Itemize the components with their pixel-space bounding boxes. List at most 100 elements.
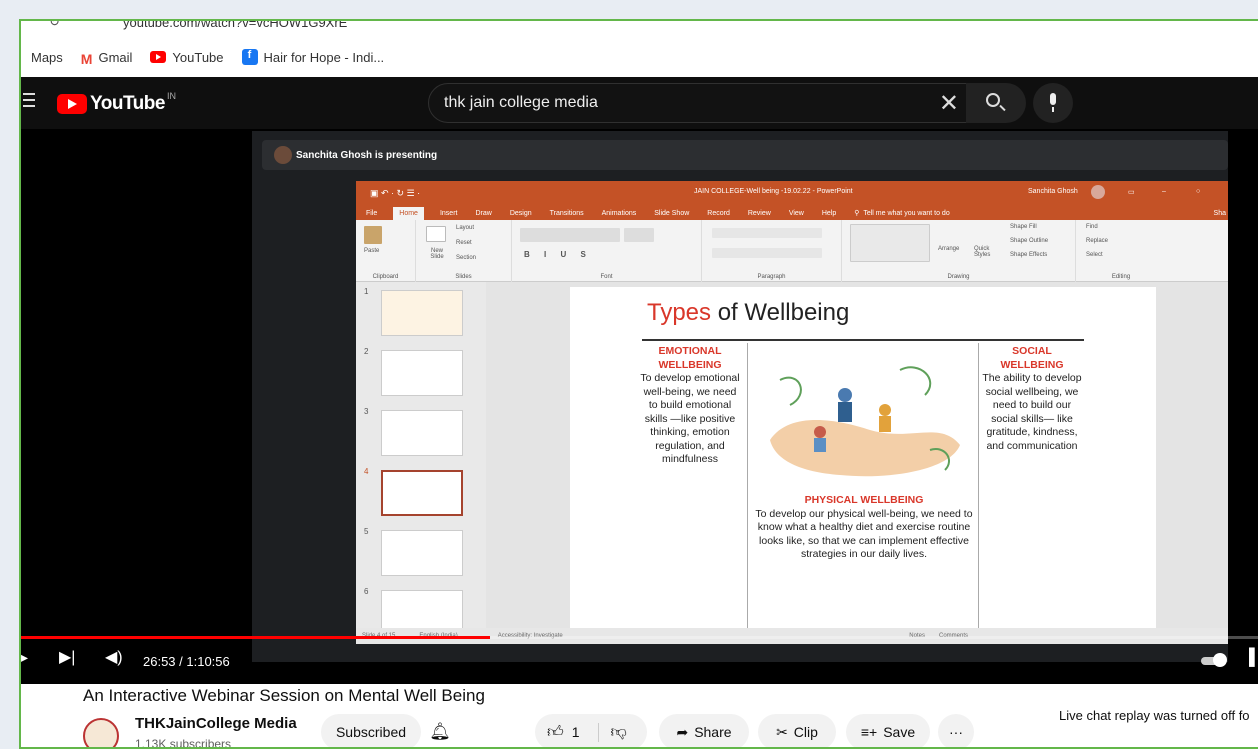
bookmark-label: YouTube bbox=[172, 49, 224, 65]
presenting-banner: Sanchita Ghosh is presenting bbox=[262, 140, 1228, 170]
bookmark-gmail[interactable]: M Gmail bbox=[80, 49, 133, 68]
list-buttons[interactable] bbox=[712, 228, 822, 238]
clipboard-group: Paste Clipboard bbox=[356, 220, 416, 282]
like-icon[interactable]: 👍︎ bbox=[547, 723, 564, 742]
physical-text: To develop our physical well-being, we n… bbox=[755, 507, 973, 561]
section-button[interactable]: Section bbox=[456, 255, 476, 261]
slide-thumbnails[interactable]: 1 2 3 4 5 6 bbox=[356, 282, 486, 636]
bookmark-hair-for-hope[interactable]: f Hair for Hope - Indi... bbox=[241, 49, 384, 65]
save-button[interactable]: ≡+ Save bbox=[846, 714, 930, 747]
column-divider bbox=[978, 343, 979, 628]
ribbon-display-icon[interactable]: ▭ bbox=[1128, 188, 1135, 196]
tab-review[interactable]: Review bbox=[746, 207, 773, 220]
tab-design[interactable]: Design bbox=[508, 207, 534, 220]
group-label: Editing bbox=[1111, 274, 1131, 280]
more-icon: ··· bbox=[949, 724, 963, 740]
url-text[interactable]: youtube.com/watch?v=vcHOW1G9XrE bbox=[123, 21, 347, 30]
share-button[interactable]: Sha bbox=[1212, 207, 1228, 220]
shape-effects-button[interactable]: Shape Effects bbox=[1010, 252, 1047, 258]
reset-button[interactable]: Reset bbox=[456, 240, 472, 246]
next-icon[interactable]: ▶| bbox=[59, 647, 75, 667]
slide-thumbnail-2[interactable] bbox=[381, 350, 463, 396]
reload-icon[interactable]: ↻ bbox=[49, 21, 60, 30]
drawing-group: Arrange Quick Styles Shape Fill Shape Ou… bbox=[842, 220, 1076, 282]
shapes-gallery[interactable] bbox=[850, 224, 930, 262]
shape-fill-button[interactable]: Shape Fill bbox=[1010, 224, 1037, 230]
subscriber-count: 1.13K subscribers bbox=[135, 737, 232, 749]
powerpoint-titlebar: ▣ ↶ · ↻ ☰ · JAIN COLLEGE-Well being -19.… bbox=[356, 181, 1228, 203]
video-player[interactable]: Sanchita Ghosh is presenting ▣ ↶ · ↻ ☰ ·… bbox=[21, 129, 1258, 684]
address-bar[interactable]: ↻ youtube.com/watch?v=vcHOW1G9XrE bbox=[21, 21, 1258, 35]
video-title: An Interactive Webinar Session on Mental… bbox=[83, 686, 485, 705]
youtube-logo[interactable]: YouTube IN bbox=[57, 91, 176, 115]
search-icon bbox=[986, 93, 1000, 107]
new-slide-button[interactable]: New Slide bbox=[424, 248, 450, 260]
captions-icon[interactable]: ▌ bbox=[1249, 649, 1258, 667]
more-actions-button[interactable]: ··· bbox=[938, 714, 974, 747]
tab-help[interactable]: Help bbox=[820, 207, 838, 220]
physical-wellbeing-column: PHYSICAL WELLBEING To develop our physic… bbox=[755, 494, 973, 562]
dislike-icon[interactable]: 👎︎ bbox=[597, 722, 627, 742]
bookmark-label: Gmail bbox=[98, 49, 133, 65]
share-button[interactable]: ➦ Share bbox=[659, 714, 749, 747]
menu-icon[interactable] bbox=[23, 93, 35, 95]
minimize-icon[interactable]: – bbox=[1162, 188, 1166, 195]
channel-name[interactable]: THKJainCollege Media bbox=[135, 715, 297, 732]
subscribed-button[interactable]: Subscribed bbox=[321, 714, 421, 747]
clear-search-icon[interactable]: ✕ bbox=[939, 89, 959, 118]
progress-bar[interactable] bbox=[21, 636, 1258, 639]
arrange-button[interactable]: Arrange bbox=[938, 246, 959, 252]
bookmark-label: Maps bbox=[31, 49, 63, 65]
slide-canvas[interactable]: Types of Wellbeing EMOTIONAL WELLBEING T… bbox=[570, 287, 1156, 628]
channel-avatar[interactable] bbox=[83, 718, 119, 747]
layout-button[interactable]: Layout bbox=[456, 225, 474, 231]
tab-record[interactable]: Record bbox=[705, 207, 732, 220]
meeting-screen-share: Sanchita Ghosh is presenting ▣ ↶ · ↻ ☰ ·… bbox=[252, 131, 1228, 662]
restore-icon[interactable]: ○ bbox=[1196, 188, 1200, 195]
paste-button[interactable]: Paste bbox=[364, 248, 379, 254]
tab-transitions[interactable]: Transitions bbox=[548, 207, 586, 220]
subscribed-label: Subscribed bbox=[335, 724, 407, 740]
search-button[interactable] bbox=[966, 83, 1026, 123]
font-size-box[interactable] bbox=[624, 228, 654, 242]
tab-animations[interactable]: Animations bbox=[600, 207, 639, 220]
slide-number: 3 bbox=[364, 407, 369, 416]
bookmark-youtube[interactable]: YouTube bbox=[150, 49, 224, 65]
font-format-icons[interactable]: B I U S bbox=[524, 250, 592, 259]
select-button[interactable]: Select bbox=[1086, 252, 1103, 258]
slide-thumbnail-3[interactable] bbox=[381, 410, 463, 456]
slide-thumbnail-5[interactable] bbox=[381, 530, 463, 576]
voice-search-icon[interactable] bbox=[1033, 83, 1073, 123]
tab-slide-show[interactable]: Slide Show bbox=[652, 207, 691, 220]
tell-me-box[interactable]: ⚲ Tell me what you want to do bbox=[852, 206, 967, 220]
tell-me-text: Tell me what you want to do bbox=[863, 210, 950, 217]
slide-thumbnail-4[interactable] bbox=[381, 470, 463, 516]
youtube-icon bbox=[150, 51, 167, 63]
bookmark-maps[interactable]: Maps bbox=[31, 50, 63, 65]
align-buttons[interactable] bbox=[712, 248, 822, 258]
like-count: 1 bbox=[571, 724, 580, 740]
slide-number: 4 bbox=[364, 467, 369, 476]
shape-outline-button[interactable]: Shape Outline bbox=[1010, 238, 1048, 244]
tab-insert[interactable]: Insert bbox=[438, 207, 460, 220]
search-input[interactable]: thk jain college media ✕ bbox=[428, 83, 968, 123]
tab-home[interactable]: Home bbox=[393, 207, 424, 220]
browser-window: ↻ youtube.com/watch?v=vcHOW1G9XrE Maps M… bbox=[19, 19, 1258, 749]
slide-thumbnail-1[interactable] bbox=[381, 290, 463, 336]
find-button[interactable]: Find bbox=[1086, 224, 1098, 230]
group-label: Slides bbox=[455, 274, 472, 280]
bell-icon[interactable]: 🔔︎ bbox=[427, 714, 453, 747]
clip-label: Clip bbox=[793, 724, 818, 740]
play-icon[interactable]: ▸ bbox=[21, 649, 28, 666]
quick-styles-button[interactable]: Quick Styles bbox=[974, 246, 998, 258]
social-wellbeing-column: SOCIAL WELLBEING The ability to develop … bbox=[982, 345, 1082, 453]
volume-icon[interactable]: ◀) bbox=[105, 647, 123, 667]
replace-button[interactable]: Replace bbox=[1086, 238, 1108, 244]
tab-file[interactable]: File bbox=[364, 207, 379, 220]
new-slide-icon bbox=[426, 226, 446, 242]
tab-draw[interactable]: Draw bbox=[473, 207, 493, 220]
clip-button[interactable]: ✂ Clip bbox=[758, 714, 836, 747]
tab-view[interactable]: View bbox=[787, 207, 806, 220]
font-name-box[interactable] bbox=[520, 228, 620, 242]
gmail-icon: M bbox=[80, 51, 93, 67]
